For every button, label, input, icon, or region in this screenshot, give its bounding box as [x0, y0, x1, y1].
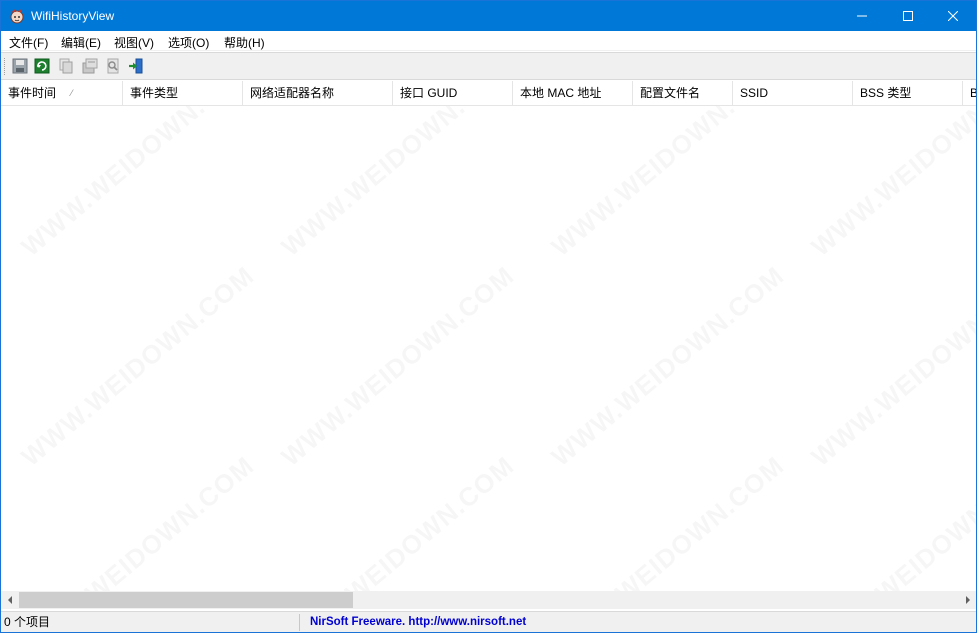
copy-button[interactable] [57, 57, 75, 75]
refresh-button[interactable] [33, 57, 51, 75]
watermark-text: WWW.WEIDOWN.COM [15, 450, 260, 591]
toolbar [1, 52, 976, 80]
scroll-right-button[interactable] [959, 591, 976, 609]
copy-icon [59, 58, 73, 74]
exit-button[interactable] [127, 57, 145, 75]
refresh-icon [34, 58, 50, 74]
column-header-label: 网络适配器名称 [250, 86, 335, 100]
maximize-button[interactable] [885, 1, 931, 31]
watermark-text: WWW.WEIDOWN.COM [275, 450, 520, 591]
column-header-label: BSS 类型 [860, 86, 912, 100]
title-bar[interactable]: WifiHistoryView [1, 1, 976, 31]
close-button[interactable] [930, 1, 976, 31]
maximize-icon [903, 11, 913, 21]
toolbar-grip[interactable] [4, 58, 6, 75]
column-header-event-type[interactable]: 事件类型 [123, 81, 243, 106]
column-header-label: 本地 MAC 地址 [520, 86, 602, 100]
watermark-text: WWW.WEIDOWN.COM [545, 81, 790, 263]
window-title: WifiHistoryView [31, 9, 115, 23]
wifi-history-app-icon [9, 8, 25, 24]
menu-bar: 文件(F) 编辑(E) 视图(V) 选项(O) 帮助(H) [1, 31, 976, 51]
menu-edit[interactable]: 编辑(E) [59, 34, 103, 51]
menu-options[interactable]: 选项(O) [166, 34, 211, 51]
column-header-event-time[interactable]: 事件时间 ⁄ [1, 81, 123, 106]
close-icon [948, 11, 958, 21]
watermark-text: WWW.WEIDOWN.COM [805, 260, 976, 473]
chevron-left-icon [7, 596, 12, 604]
watermark-text: WWW.WEIDOWN.COM [545, 450, 790, 591]
column-header-profile-name[interactable]: 配置文件名 [633, 81, 733, 106]
properties-icon [82, 58, 98, 74]
exit-icon [129, 58, 143, 74]
column-header-bss-type[interactable]: BSS 类型 [853, 81, 963, 106]
column-header-label: 事件类型 [130, 86, 179, 100]
menu-view[interactable]: 视图(V) [112, 34, 156, 51]
column-header-label: B [970, 86, 976, 100]
app-window: WifiHistoryView 文件(F) 编辑(E) 视图(V) 选项(O) … [0, 0, 977, 633]
status-bar: 0 个项目 NirSoft Freeware. http://www.nirso… [1, 611, 976, 632]
column-header-interface-guid[interactable]: 接口 GUID [393, 81, 513, 106]
watermark-text: WWW.WEIDOWN.COM [805, 450, 976, 591]
html-report-button[interactable] [104, 57, 122, 75]
menu-file[interactable]: 文件(F) [7, 34, 50, 51]
watermark-text: WWW.WEIDOWN.COM [275, 81, 520, 263]
column-header-local-mac[interactable]: 本地 MAC 地址 [513, 81, 633, 106]
save-icon [12, 58, 28, 74]
watermark-text: WWW.WEIDOWN.COM [545, 260, 790, 473]
list-header: 事件时间 ⁄ 事件类型 网络适配器名称 接口 GUID 本地 MAC 地址 配置… [1, 81, 976, 106]
minimize-button[interactable] [839, 1, 885, 31]
column-header-label: 事件时间 [8, 86, 57, 100]
column-header-label: 配置文件名 [640, 86, 701, 100]
column-header-label: SSID [740, 86, 769, 100]
watermark-text: WWW.WEIDOWN.COM [15, 260, 260, 473]
save-button[interactable] [11, 57, 29, 75]
status-divider [299, 614, 300, 631]
nirsoft-link[interactable]: NirSoft Freeware. http://www.nirsoft.net [310, 612, 526, 633]
watermark-text: WWW.WEIDOWN.COM [805, 81, 976, 263]
minimize-icon [857, 15, 867, 17]
watermark-text: WWW.WEIDOWN.COM [275, 260, 520, 473]
item-count: 0 个项目 [4, 615, 51, 629]
properties-button[interactable] [81, 57, 99, 75]
column-header-ssid[interactable]: SSID [733, 81, 853, 106]
watermark-text: WWW.WEIDOWN.COM [15, 81, 260, 263]
scroll-left-button[interactable] [1, 591, 18, 609]
event-list[interactable]: WWW.WEIDOWN.COM WWW.WEIDOWN.COM WWW.WEID… [1, 81, 976, 591]
horizontal-scrollbar[interactable] [1, 591, 976, 609]
column-header-adapter-name[interactable]: 网络适配器名称 [243, 81, 393, 106]
column-header-label: 接口 GUID [400, 86, 458, 100]
chevron-right-icon [965, 596, 970, 604]
column-header-truncated[interactable]: B [963, 81, 976, 106]
menu-help[interactable]: 帮助(H) [222, 34, 267, 51]
scrollbar-thumb[interactable] [19, 592, 353, 608]
html-report-icon [107, 58, 119, 74]
sort-ascending-icon: ⁄ [71, 88, 73, 98]
